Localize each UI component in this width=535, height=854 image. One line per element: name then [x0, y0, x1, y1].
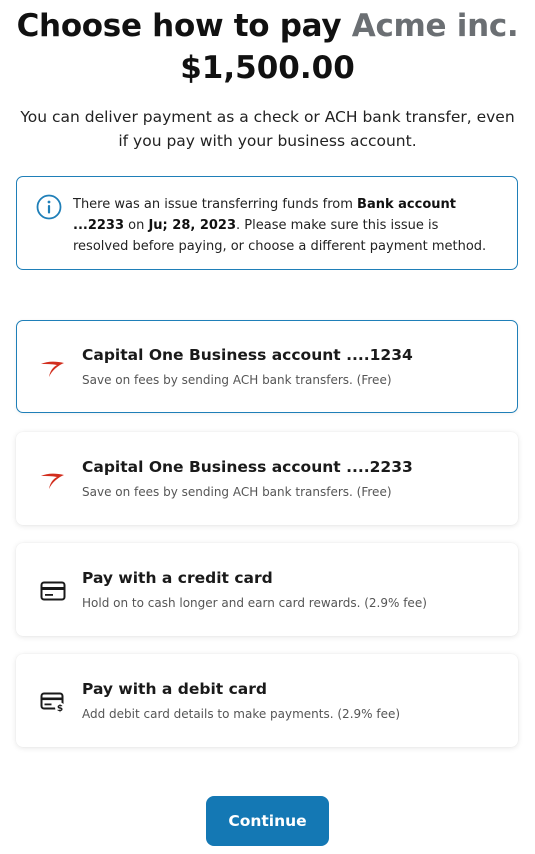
info-icon	[36, 194, 62, 220]
payment-option-credit-card[interactable]: Pay with a credit card Hold on to cash l…	[16, 543, 518, 636]
option-title: Pay with a debit card	[82, 680, 267, 698]
option-description: Save on fees by sending ACH bank transfe…	[82, 485, 392, 499]
continue-button[interactable]: Continue	[206, 796, 329, 846]
option-title: Pay with a credit card	[82, 569, 273, 587]
alert-text-1: There was an issue transferring funds fr…	[73, 197, 358, 212]
debit-card-icon: $	[40, 692, 65, 713]
svg-text:$: $	[57, 704, 63, 713]
page-subtitle: You can deliver payment as a check or AC…	[20, 108, 515, 150]
payee-name: Acme inc.	[351, 8, 519, 44]
page-title: Choose how to pay Acme inc.	[0, 6, 535, 46]
alert-text-2: on	[124, 218, 149, 233]
capital-one-logo-icon	[41, 473, 64, 489]
option-description: Hold on to cash longer and earn card rew…	[82, 596, 427, 610]
title-prefix: Choose how to pay	[16, 8, 342, 44]
payment-option-capital-one-1234[interactable]: Capital One Business account ....1234 Sa…	[16, 320, 518, 413]
payment-option-capital-one-2233[interactable]: Capital One Business account ....2233 Sa…	[16, 432, 518, 525]
transfer-issue-alert: There was an issue transferring funds fr…	[16, 176, 518, 270]
payment-amount: $1,500.00	[180, 50, 355, 86]
option-title: Capital One Business account ....2233	[82, 458, 413, 476]
credit-card-icon	[40, 581, 66, 601]
alert-date: Ju; 28, 2023	[148, 218, 237, 233]
option-description: Add debit card details to make payments.…	[82, 707, 401, 721]
page-header: Choose how to pay Acme inc. $1,500.00 Yo…	[0, 0, 535, 153]
option-description: Save on fees by sending ACH bank transfe…	[82, 373, 392, 387]
payment-option-debit-card[interactable]: $ Pay with a debit card Add debit card d…	[16, 654, 518, 747]
option-title: Capital One Business account ....1234	[82, 346, 413, 364]
capital-one-logo-icon	[41, 361, 64, 377]
